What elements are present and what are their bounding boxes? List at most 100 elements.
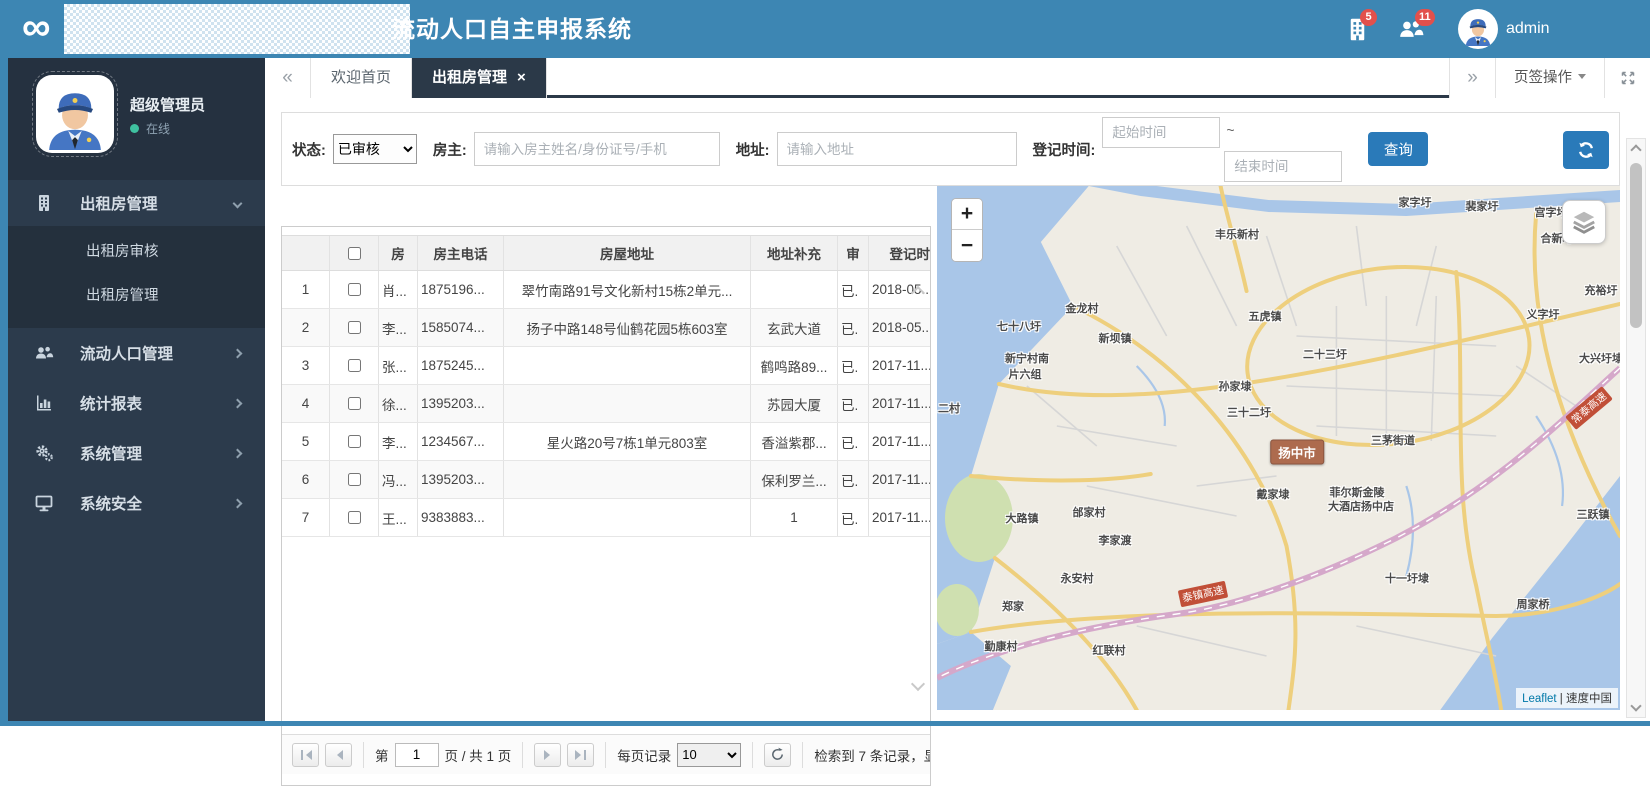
row-checkbox[interactable] — [348, 359, 361, 372]
user-notifications-icon[interactable]: 11 — [1396, 16, 1426, 43]
cell-owner: 冯... — [379, 461, 418, 498]
sidebar-item-0[interactable]: 出租房管理 — [8, 180, 265, 226]
last-page-button[interactable] — [567, 743, 594, 767]
prev-page-button[interactable] — [325, 743, 352, 767]
cell-index: 2 — [282, 309, 330, 346]
building-notifications-icon[interactable]: 5 — [1344, 16, 1371, 43]
next-page-button[interactable] — [534, 743, 561, 767]
table-row-3[interactable]: 3张...1875245...鹤鸣路89...已.2017-11... — [282, 347, 931, 385]
cell-phone: 1395203... — [418, 385, 504, 422]
top-header: ∞ 流动人口自主申报系统 5 11 admin — [0, 0, 1650, 58]
map-attribution: Leaflet | 速度中国 — [1516, 688, 1618, 708]
scrollbar-down-icon[interactable] — [1630, 700, 1641, 711]
map[interactable]: 裴家圩宫字圩家字圩合新圩丰乐新村充裕圩金龙村五虎镇义字圩七十八圩新坝镇二十三圩大… — [937, 186, 1620, 710]
cell-date: 2018-05... — [869, 309, 931, 346]
address-input[interactable] — [777, 132, 1017, 166]
profile-status: 在线 — [130, 120, 170, 137]
scrollbar-up-icon[interactable] — [1630, 144, 1641, 155]
tabs-scroll-left-button[interactable]: « — [265, 58, 311, 98]
online-status-icon — [130, 124, 139, 133]
row-checkbox[interactable] — [348, 397, 361, 410]
pagination-refresh-button[interactable] — [764, 743, 791, 767]
column-header-4: 房屋地址 — [504, 236, 751, 270]
table-header-row: 房房主电话房屋地址地址补充审登记时间 — [282, 235, 931, 271]
refresh-button[interactable] — [1563, 131, 1609, 169]
cell-address2: 1 — [751, 499, 838, 536]
tabs: 欢迎首页 出租房管理 × — [311, 58, 547, 95]
tab-label: 欢迎首页 — [331, 69, 391, 86]
redacted-org-name — [64, 4, 410, 54]
date-separator: ~ — [1226, 122, 1234, 138]
status-select[interactable]: 已审核 — [333, 134, 417, 164]
date-label: 登记时间: — [1033, 139, 1096, 160]
filter-panel: 状态: 已审核 房主: 地址: 登记时间: ~ 查询 — [281, 112, 1620, 186]
cell-address2: 保利罗兰... — [751, 461, 838, 498]
monitor-icon — [34, 493, 54, 513]
row-checkbox[interactable] — [348, 511, 361, 524]
sidebar-profile: 超级管理员 在线 — [8, 58, 265, 180]
window-left-edge — [0, 58, 8, 726]
avatar[interactable] — [1458, 9, 1498, 49]
window-bottom-edge — [0, 721, 1650, 726]
tab-label: 出租房管理 — [432, 69, 507, 86]
cell-address — [504, 347, 751, 384]
zoom-out-button[interactable]: − — [952, 230, 982, 261]
table-body: 1肖...1875196...翠竹南路91号文化新村15栋2单元...已.201… — [282, 271, 930, 537]
avatar[interactable] — [32, 71, 118, 157]
leaflet-link[interactable]: Leaflet — [1522, 693, 1557, 705]
date-end-input[interactable] — [1224, 151, 1342, 182]
sidebar-item-3[interactable]: 系统管理 — [8, 428, 265, 478]
page-number-input[interactable] — [395, 743, 439, 767]
zoom-in-button[interactable]: + — [952, 199, 982, 230]
table-row-5[interactable]: 5李...1234567...星火路20号7栋1单元803室香溢紫郡...已.2… — [282, 423, 931, 461]
cell-index: 5 — [282, 423, 330, 460]
scrollbar-thumb[interactable] — [1630, 163, 1642, 328]
select-all-checkbox[interactable] — [348, 247, 361, 260]
search-button[interactable]: 查询 — [1368, 132, 1428, 166]
cell-date: 2017-11... — [869, 423, 931, 460]
first-page-button[interactable] — [292, 743, 319, 767]
table-row-4[interactable]: 4徐...1395203...苏园大厦已.2017-11... — [282, 385, 931, 423]
per-page-label: 每页记录 — [617, 745, 671, 765]
sidebar-menu: 出租房管理出租房审核出租房管理流动人口管理统计报表系统管理系统安全 — [8, 180, 265, 528]
tabs-scroll-right-button[interactable]: » — [1449, 58, 1495, 98]
per-page-select[interactable]: 10 — [677, 743, 741, 767]
table-row-6[interactable]: 6冯...1395203...保利罗兰...已.2017-11... — [282, 461, 931, 499]
sidebar-item-label: 流动人口管理 — [80, 342, 173, 364]
cell-address: 星火路20号7栋1单元803室 — [504, 423, 751, 460]
cell-index: 4 — [282, 385, 330, 422]
sidebar-item-1[interactable]: 流动人口管理 — [8, 328, 265, 378]
tab-actions-dropdown[interactable]: 页签操作 — [1495, 58, 1604, 98]
chart-icon — [34, 393, 54, 413]
fullscreen-icon[interactable] — [1604, 58, 1650, 98]
tab-0[interactable]: 欢迎首页 — [311, 58, 412, 98]
tab-actions-label: 页签操作 — [1514, 70, 1572, 86]
row-checkbox[interactable] — [348, 473, 361, 486]
username[interactable]: admin — [1506, 0, 1550, 58]
building-notifications-badge: 5 — [1360, 9, 1377, 26]
cell-address2: 鹤鸣路89... — [751, 347, 838, 384]
cell-address2: 玄武大道 — [751, 309, 838, 346]
table-row-7[interactable]: 7王...9383883...1已.2017-11... — [282, 499, 931, 537]
table-scroll-down-icon[interactable] — [911, 677, 925, 691]
row-checkbox[interactable] — [348, 283, 361, 296]
row-checkbox[interactable] — [348, 321, 361, 334]
owner-input[interactable] — [474, 132, 720, 166]
table-row-2[interactable]: 2李...1585074...扬子中路148号仙鹤花园5栋603室玄武大道已.2… — [282, 309, 931, 347]
close-tab-icon[interactable]: × — [517, 69, 526, 86]
tab-1[interactable]: 出租房管理 × — [412, 58, 547, 98]
cell-checkbox — [330, 499, 379, 536]
sidebar-item-2[interactable]: 统计报表 — [8, 378, 265, 428]
date-start-input[interactable] — [1102, 117, 1220, 148]
table-row-1[interactable]: 1肖...1875196...翠竹南路91号文化新村15栋2单元...已.201… — [282, 271, 931, 309]
sidebar-item-4[interactable]: 系统安全 — [8, 478, 265, 528]
users-icon — [1396, 30, 1426, 47]
row-checkbox[interactable] — [348, 435, 361, 448]
cell-checkbox — [330, 347, 379, 384]
attribution-separator: | — [1560, 693, 1563, 705]
map-layers-button[interactable] — [1562, 200, 1606, 244]
sidebar-item-label: 系统安全 — [80, 492, 142, 514]
sidebar-subitem-0-0[interactable]: 出租房审核 — [8, 230, 265, 274]
sidebar-subitem-0-1[interactable]: 出租房管理 — [8, 274, 265, 318]
column-header-0 — [282, 236, 330, 270]
